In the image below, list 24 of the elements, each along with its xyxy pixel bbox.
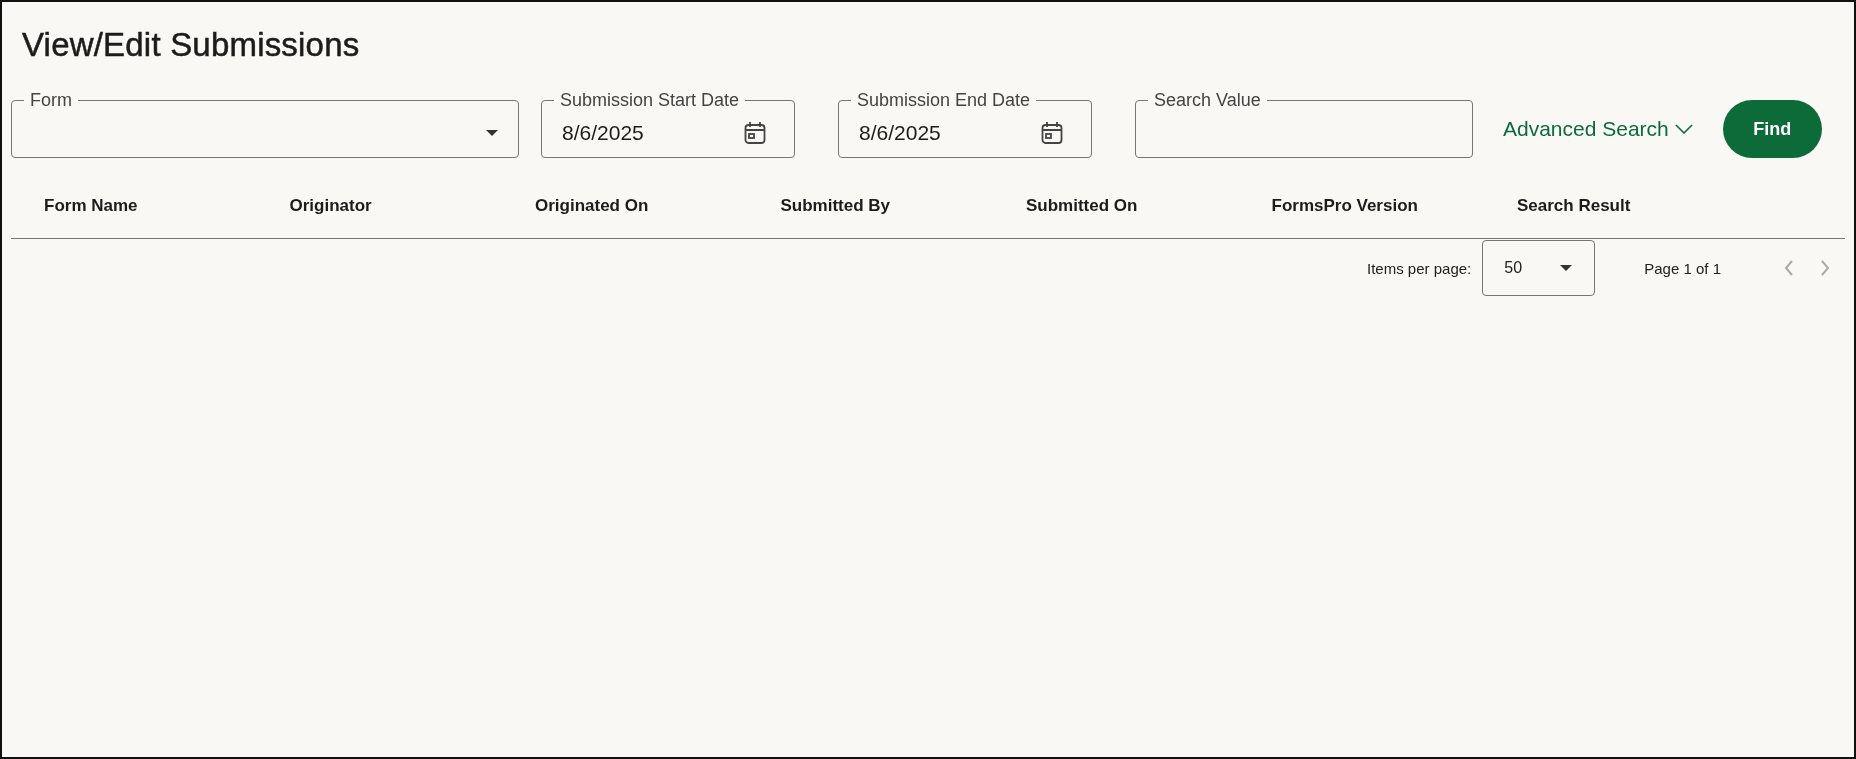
dropdown-caret-icon [1560,265,1573,271]
column-header[interactable]: Form Name [44,180,290,216]
calendar-icon [1041,121,1063,145]
date-field[interactable]: Submission End Date 8/6/2025 [838,90,1092,158]
page-size-select[interactable]: 50 [1482,240,1596,296]
column-header[interactable]: Submitted By [780,180,1026,216]
advanced-search-toggle[interactable]: Advanced Search [1503,117,1693,141]
calendar-icon [744,121,766,145]
column-header[interactable]: Search Result [1517,180,1763,216]
column-header[interactable]: FormsPro Version [1271,180,1517,216]
date-field[interactable]: Submission Start Date 8/6/2025 [541,90,795,158]
find-button[interactable]: Find [1722,100,1822,158]
column-header[interactable]: Originated On [535,180,781,216]
select-field[interactable]: Form [11,90,519,158]
dropdown-caret-icon [486,130,498,136]
chevron-right-icon [1820,260,1830,276]
page-range-label: Page 1 of 1 [1644,259,1721,277]
items-per-page-label: Items per page: [1367,259,1472,277]
chevron-icon [1674,124,1693,134]
page-title: View/Edit Submissions [22,25,361,65]
column-header[interactable]: Submitted On [1026,180,1272,216]
column-header[interactable]: Originator [289,180,535,216]
chevron-left-icon [1784,260,1794,276]
input-field[interactable]: Search Value [1135,90,1473,158]
